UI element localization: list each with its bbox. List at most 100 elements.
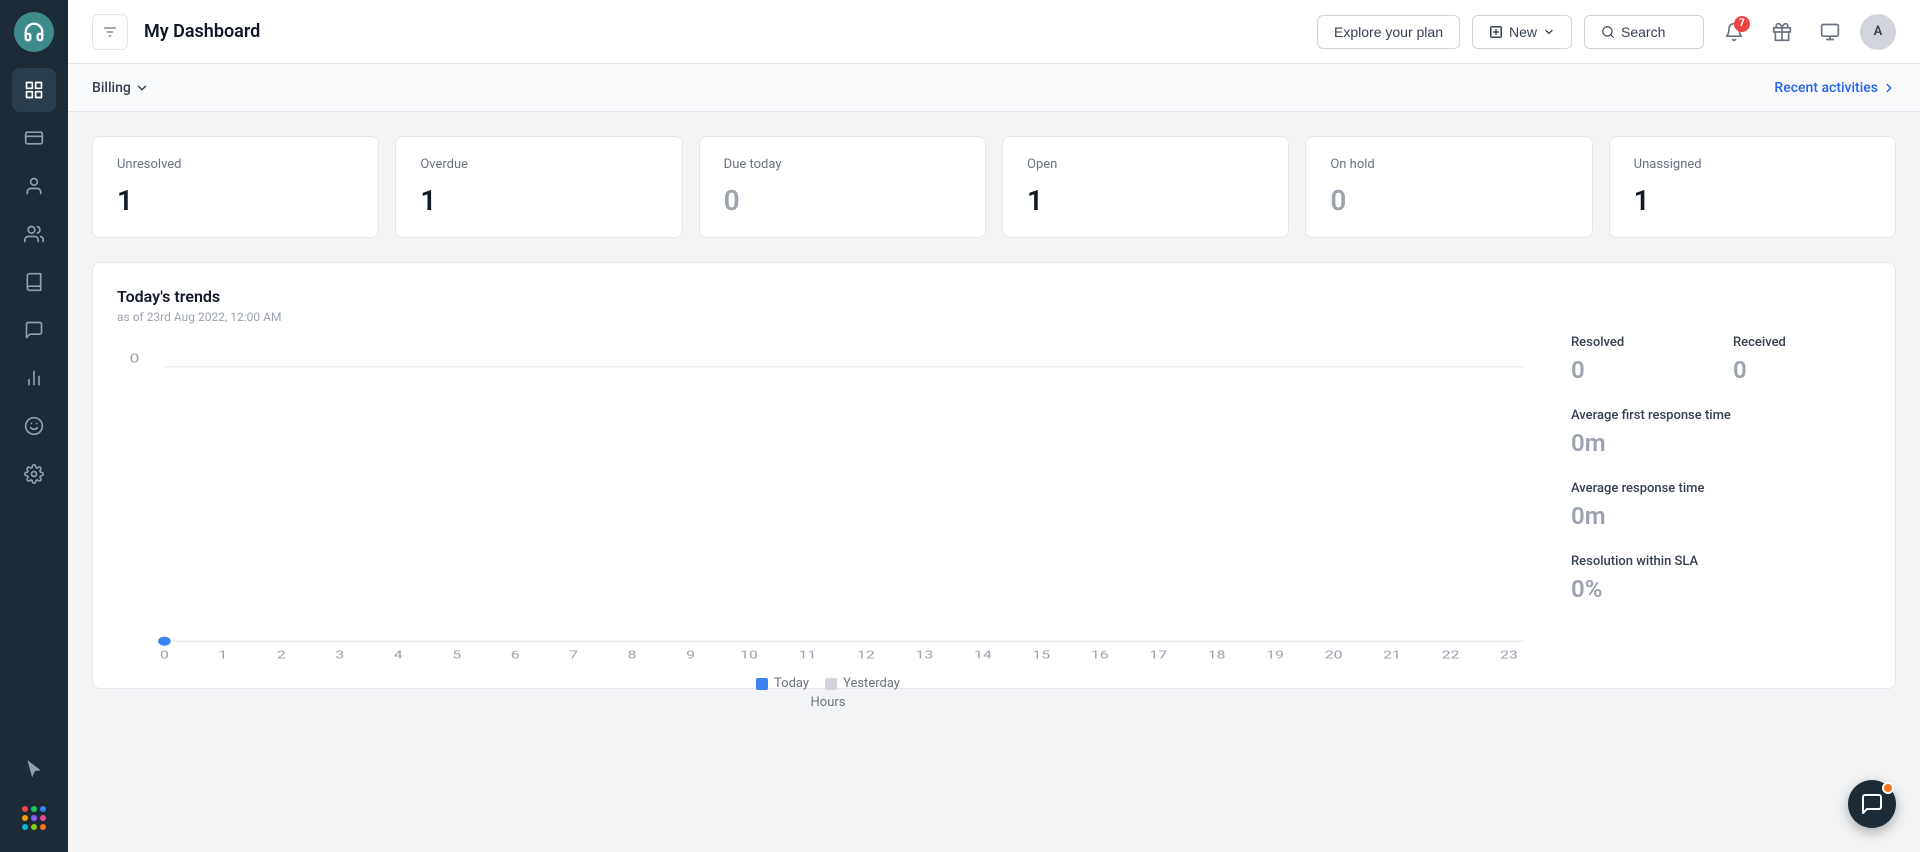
sidebar bbox=[0, 0, 68, 852]
trends-chart-area: Today's trends as of 23rd Aug 2022, 12:0… bbox=[117, 287, 1539, 664]
stat-due-today-label: Due today bbox=[724, 157, 961, 172]
stat-unassigned[interactable]: Unassigned 1 bbox=[1609, 136, 1896, 238]
trend-stat-received: Received 0 bbox=[1733, 335, 1871, 384]
sidebar-item-reports[interactable] bbox=[12, 356, 56, 400]
trend-stat-resolved: Resolved 0 bbox=[1571, 335, 1709, 384]
new-button[interactable]: New bbox=[1472, 15, 1572, 49]
notification-button[interactable]: 7 bbox=[1716, 14, 1752, 50]
help-icon bbox=[1820, 22, 1840, 42]
recent-activities-label: Recent activities bbox=[1774, 80, 1878, 96]
stat-overdue-label: Overdue bbox=[420, 157, 657, 172]
svg-text:11: 11 bbox=[799, 648, 817, 661]
trend-avg-first-response-value: 0m bbox=[1571, 429, 1871, 457]
legend-yesterday: Yesterday bbox=[825, 676, 900, 691]
stat-unresolved[interactable]: Unresolved 1 bbox=[92, 136, 379, 238]
trend-avg-response-label: Average response time bbox=[1571, 481, 1709, 496]
billing-dropdown[interactable]: Billing bbox=[92, 80, 149, 96]
stat-unresolved-label: Unresolved bbox=[117, 157, 354, 172]
content-area: Unresolved 1 Overdue 1 Due today 0 Open … bbox=[68, 112, 1920, 852]
app-logo[interactable] bbox=[14, 12, 54, 52]
legend-yesterday-label: Yesterday bbox=[843, 676, 900, 691]
svg-text:17: 17 bbox=[1149, 648, 1167, 661]
trend-resolved-value: 0 bbox=[1571, 356, 1709, 384]
trend-received-value: 0 bbox=[1733, 356, 1871, 384]
stat-open-label: Open bbox=[1027, 157, 1264, 172]
svg-text:19: 19 bbox=[1266, 648, 1284, 661]
gift-icon bbox=[1772, 22, 1792, 42]
stat-unassigned-value: 1 bbox=[1634, 184, 1871, 217]
explore-plan-button[interactable]: Explore your plan bbox=[1317, 15, 1460, 49]
stat-overdue[interactable]: Overdue 1 bbox=[395, 136, 682, 238]
new-label: New bbox=[1509, 24, 1537, 40]
search-icon bbox=[1601, 25, 1615, 39]
help-button[interactable] bbox=[1812, 14, 1848, 50]
trend-stat-sla: Resolution within SLA 0% bbox=[1571, 554, 1871, 603]
svg-text:15: 15 bbox=[1032, 648, 1050, 661]
svg-text:1: 1 bbox=[218, 648, 227, 661]
svg-text:16: 16 bbox=[1091, 648, 1109, 661]
trends-title: Today's trends bbox=[117, 287, 1539, 306]
trend-stat-avg-first-response: Average first response time 0m bbox=[1571, 408, 1871, 457]
svg-text:14: 14 bbox=[974, 648, 992, 661]
sidebar-item-settings[interactable] bbox=[12, 452, 56, 496]
svg-text:22: 22 bbox=[1442, 648, 1460, 661]
trends-stats: Resolved 0 Received 0 Average first resp… bbox=[1571, 287, 1871, 664]
topbar-right: Explore your plan New Search bbox=[1317, 14, 1896, 50]
gift-button[interactable] bbox=[1764, 14, 1800, 50]
chat-bubble-button[interactable] bbox=[1848, 780, 1896, 828]
trend-avg-first-response-label: Average first response time bbox=[1571, 408, 1871, 423]
stat-on-hold-label: On hold bbox=[1330, 157, 1567, 172]
svg-text:13: 13 bbox=[916, 648, 934, 661]
svg-text:21: 21 bbox=[1383, 648, 1401, 661]
trends-section: Today's trends as of 23rd Aug 2022, 12:0… bbox=[92, 262, 1896, 689]
sidebar-item-conversations[interactable] bbox=[12, 308, 56, 352]
chart-wrapper: 0 0 1 2 3 4 5 bbox=[117, 344, 1539, 664]
sidebar-item-tickets[interactable] bbox=[12, 116, 56, 160]
trend-stat-avg-response: Average response time 0m bbox=[1571, 481, 1709, 530]
svg-text:9: 9 bbox=[686, 648, 695, 661]
svg-text:8: 8 bbox=[628, 648, 637, 661]
stat-due-today-value: 0 bbox=[724, 184, 961, 217]
chart-legend: Today Yesterday bbox=[117, 676, 1539, 691]
svg-text:3: 3 bbox=[335, 648, 344, 661]
stat-open[interactable]: Open 1 bbox=[1002, 136, 1289, 238]
subbar: Billing Recent activities bbox=[68, 64, 1920, 112]
search-button[interactable]: Search bbox=[1584, 15, 1704, 49]
trends-subtitle: as of 23rd Aug 2022, 12:00 AM bbox=[117, 310, 1539, 324]
chat-bubble-notification bbox=[1882, 782, 1894, 794]
user-avatar[interactable]: A bbox=[1860, 14, 1896, 50]
sidebar-item-dashboard[interactable] bbox=[12, 68, 56, 112]
stat-due-today[interactable]: Due today 0 bbox=[699, 136, 986, 238]
sidebar-item-groups[interactable] bbox=[12, 212, 56, 256]
trend-received-label: Received bbox=[1733, 335, 1871, 350]
topbar: My Dashboard Explore your plan New Searc… bbox=[68, 0, 1920, 64]
chat-bubble-icon bbox=[1860, 792, 1884, 816]
svg-text:10: 10 bbox=[740, 648, 758, 661]
sidebar-item-contacts[interactable] bbox=[12, 164, 56, 208]
stat-on-hold[interactable]: On hold 0 bbox=[1305, 136, 1592, 238]
chevron-right-icon bbox=[1882, 81, 1896, 95]
legend-today-label: Today bbox=[774, 676, 809, 691]
svg-text:6: 6 bbox=[511, 648, 520, 661]
filter-button[interactable] bbox=[92, 14, 128, 50]
recent-activities-link[interactable]: Recent activities bbox=[1774, 80, 1896, 96]
search-label: Search bbox=[1621, 24, 1665, 40]
legend-yesterday-dot bbox=[825, 678, 837, 690]
sidebar-item-apps[interactable] bbox=[12, 796, 56, 840]
svg-text:5: 5 bbox=[452, 648, 461, 661]
stat-on-hold-value: 0 bbox=[1330, 184, 1567, 217]
stat-open-value: 1 bbox=[1027, 184, 1264, 217]
svg-text:18: 18 bbox=[1208, 648, 1226, 661]
stat-unassigned-label: Unassigned bbox=[1634, 157, 1871, 172]
svg-text:2: 2 bbox=[277, 648, 286, 661]
stat-overdue-value: 1 bbox=[420, 184, 657, 217]
stats-grid: Unresolved 1 Overdue 1 Due today 0 Open … bbox=[92, 136, 1896, 238]
sidebar-item-knowledge[interactable] bbox=[12, 260, 56, 304]
svg-text:7: 7 bbox=[569, 648, 578, 661]
legend-today-dot bbox=[756, 678, 768, 690]
trend-resolved-label: Resolved bbox=[1571, 335, 1709, 350]
sidebar-item-feedback[interactable] bbox=[12, 404, 56, 448]
notification-badge: 7 bbox=[1734, 16, 1750, 32]
trend-avg-response-value: 0m bbox=[1571, 502, 1709, 530]
svg-text:23: 23 bbox=[1500, 648, 1518, 661]
